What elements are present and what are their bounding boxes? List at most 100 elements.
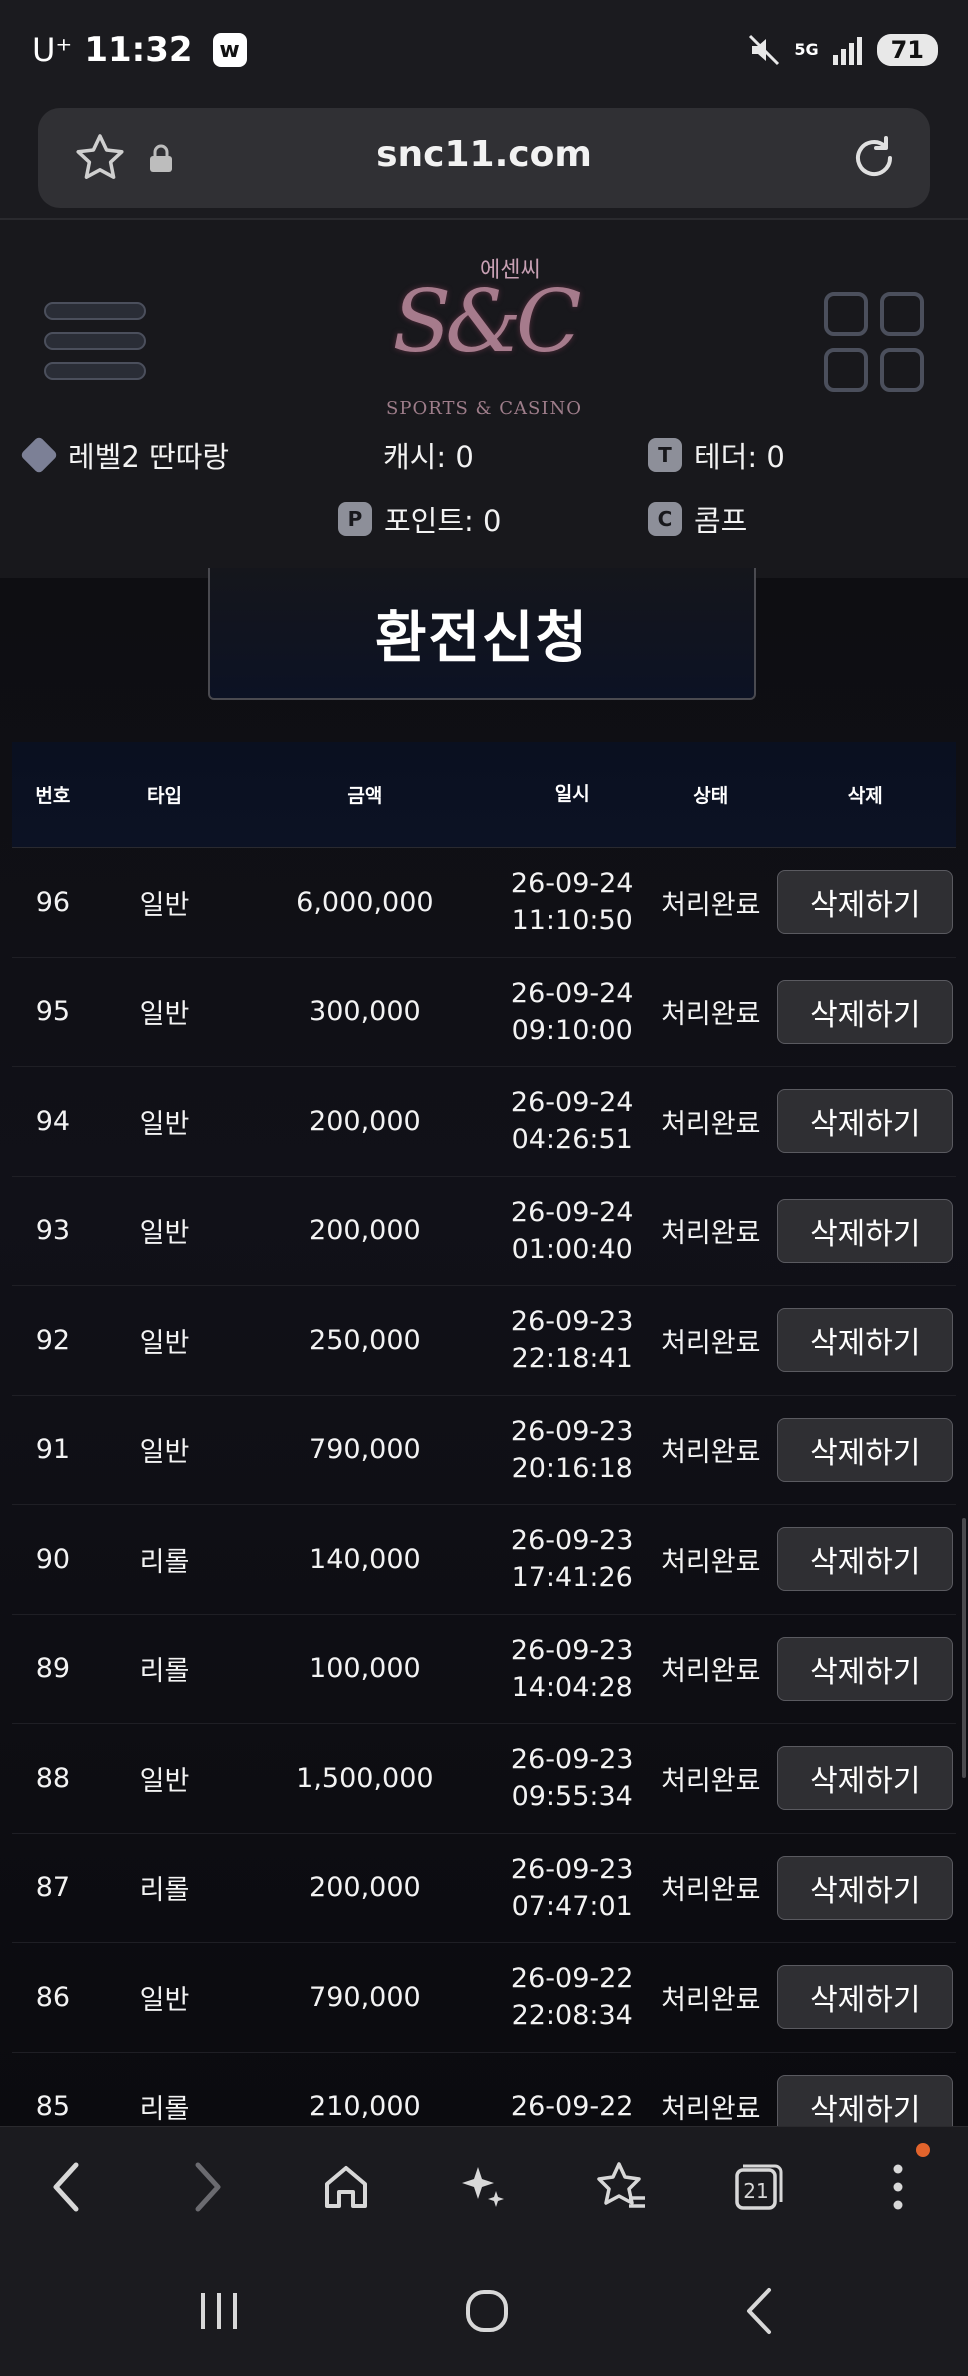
logo-mark: S&C (392, 272, 581, 372)
row-number: 90 (35, 1543, 71, 1575)
network-type: 5G (794, 40, 819, 59)
row-amount: 300,000 (309, 996, 421, 1028)
tabs-icon: 21 (735, 2164, 783, 2210)
home-button[interactable] (314, 2155, 378, 2219)
row-amount: 200,000 (309, 1105, 421, 1137)
back-nav-button[interactable] (724, 2276, 794, 2346)
delete-button[interactable]: 삭제하기 (777, 870, 954, 935)
browser-address-area: snc11.com (0, 104, 968, 220)
row-type: 일반 (139, 1437, 190, 1469)
delete-button[interactable]: 삭제하기 (777, 1855, 954, 1920)
row-type: 리롤 (139, 1546, 190, 1578)
row-status: 처리완료 (661, 2094, 761, 2126)
carrier-label: U⁺ (32, 31, 73, 69)
system-nav-bar (0, 2246, 968, 2376)
row-datetime: 26-09-23 20:16:18 (497, 1413, 647, 1487)
row-date: 26-09-24 (510, 868, 634, 900)
row-status: 처리완료 (661, 1546, 761, 1578)
row-time: 17:41:26 (511, 1562, 633, 1594)
forward-button[interactable] (176, 2155, 240, 2219)
row-number: 93 (35, 1215, 71, 1247)
user-level[interactable]: 레벨2 딴따랑 (19, 434, 229, 476)
table-row: 87 리롤 200,000 26-09-23 07:47:01 처리완료 삭제하기 (12, 1834, 956, 1943)
row-time: 09:10:00 (511, 1014, 633, 1046)
row-status: 처리완료 (661, 1656, 761, 1688)
row-number: 87 (35, 1872, 71, 1904)
row-delete-cell: 삭제하기 (775, 1855, 956, 1920)
apps-grid-icon[interactable] (824, 292, 924, 392)
delete-button[interactable]: 삭제하기 (777, 1198, 954, 1263)
row-type: 일반 (139, 889, 190, 921)
table-row: 88 일반 1,500,000 26-09-23 09:55:34 처리완료 삭제하기 (12, 1724, 956, 1834)
mute-icon (749, 34, 780, 66)
delete-button[interactable]: 삭제하기 (777, 1746, 954, 1811)
row-number: 96 (35, 886, 71, 918)
delete-button[interactable]: 삭제하기 (777, 1965, 954, 2030)
forward-arrow-icon (195, 2162, 221, 2212)
row-amount: 790,000 (309, 1981, 421, 2013)
points-balance: P 포인트: 0 (338, 498, 501, 540)
table-row: 89 리롤 100,000 26-09-23 14:04:28 처리완료 삭제하기 (12, 1615, 956, 1724)
row-delete-cell: 삭제하기 (775, 1965, 956, 2030)
delete-button[interactable]: 삭제하기 (777, 1636, 954, 1701)
delete-button[interactable]: 삭제하기 (777, 1527, 954, 1592)
header-delete: 삭제 (847, 785, 883, 807)
row-type: 리롤 (139, 1875, 190, 1907)
comp-icon: C (648, 502, 682, 536)
home-nav-button[interactable] (452, 2276, 522, 2346)
row-date: 26-09-24 (510, 977, 634, 1009)
row-type: 일반 (139, 1108, 190, 1140)
address-bar[interactable]: snc11.com (38, 108, 930, 208)
menu-icon[interactable] (44, 302, 146, 392)
delete-button[interactable]: 삭제하기 (777, 1417, 954, 1482)
ai-assist-button[interactable] (450, 2155, 514, 2219)
bookmarks-button[interactable] (590, 2155, 654, 2219)
row-number: 95 (35, 996, 71, 1028)
table-row: 96 일반 6,000,000 26-09-24 11:10:50 처리완료 삭제하기 (12, 848, 956, 958)
row-type: 일반 (139, 1327, 190, 1359)
table-row: 95 일반 300,000 26-09-24 09:10:00 처리완료 삭제하기 (12, 958, 956, 1067)
page-title: 환전신청 (374, 605, 590, 671)
row-amount: 790,000 (309, 1434, 421, 1466)
browser-toolbar: 21 (0, 2126, 968, 2246)
header-number: 번호 (35, 785, 71, 807)
comp-link[interactable]: C 콤프 (648, 498, 747, 540)
site-logo[interactable]: 에센씨 S&C SPORTS & CASINO (384, 238, 584, 428)
row-time: 20:16:18 (511, 1452, 633, 1484)
row-number: 88 (35, 1762, 71, 1794)
points-balance-text: 포인트: 0 (384, 504, 502, 538)
row-datetime: 26-09-23 17:41:26 (497, 1522, 647, 1596)
row-datetime: 26-09-24 11:10:50 (497, 865, 647, 939)
url-text[interactable]: snc11.com (38, 134, 930, 175)
row-datetime: 26-09-22 (497, 2088, 647, 2125)
reload-icon[interactable] (846, 130, 902, 186)
back-nav-icon (747, 2288, 771, 2334)
row-type: 일반 (139, 1218, 190, 1250)
row-amount: 140,000 (309, 1543, 421, 1575)
cash-balance: 캐시: 0 (383, 434, 474, 476)
row-date: 26-09-23 (510, 1853, 634, 1885)
battery-icon: 71 (876, 34, 938, 66)
row-delete-cell: 삭제하기 (775, 1417, 956, 1482)
header-amount: 금액 (347, 785, 383, 807)
recents-button[interactable] (184, 2276, 254, 2346)
back-button[interactable] (34, 2155, 98, 2219)
tether-balance-text: 테더: 0 (694, 440, 785, 474)
row-number: 85 (35, 2091, 71, 2123)
row-status: 처리완료 (661, 1437, 761, 1469)
row-datetime: 26-09-24 01:00:40 (497, 1194, 647, 1268)
row-status: 처리완료 (661, 1875, 761, 1907)
row-status: 처리완료 (661, 1327, 761, 1359)
scrollbar[interactable] (962, 1518, 966, 1778)
row-amount: 200,000 (309, 1215, 421, 1247)
tabs-button[interactable]: 21 (726, 2155, 790, 2219)
tether-balance: T 테더: 0 (648, 434, 785, 476)
more-menu-button[interactable] (866, 2143, 930, 2219)
exchange-history-table: 번호 타입 금액 일시 상태 삭제 96 일반 6,000,000 26-09-24 1… (12, 742, 956, 2162)
delete-button[interactable]: 삭제하기 (777, 1308, 954, 1373)
delete-button[interactable]: 삭제하기 (777, 979, 954, 1044)
delete-button[interactable]: 삭제하기 (777, 1089, 954, 1154)
app-notification-icon: w (212, 33, 247, 67)
row-status: 처리완료 (661, 1984, 761, 2016)
row-number: 94 (35, 1105, 71, 1137)
